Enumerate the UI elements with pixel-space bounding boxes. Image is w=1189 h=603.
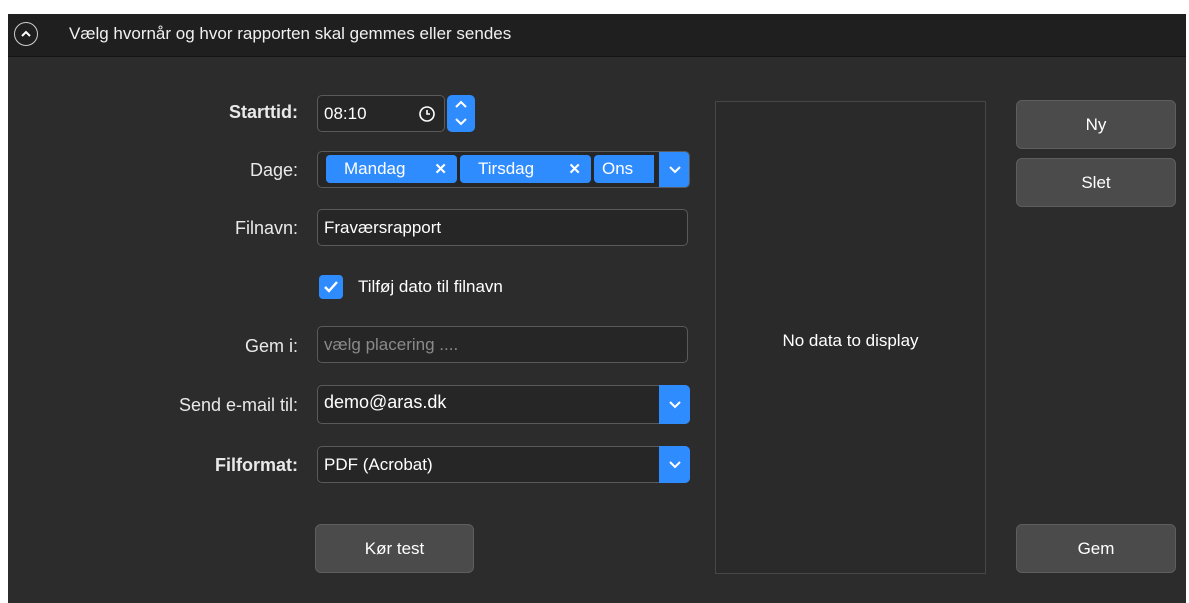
delete-button[interactable]: Slet xyxy=(1016,158,1176,207)
start-time-value: 08:10 xyxy=(324,104,367,123)
file-format-label: Filformat: xyxy=(215,455,298,475)
days-dropdown-button[interactable] xyxy=(659,152,689,187)
panel-header: Vælg hvornår og hvor rapporten skal gemm… xyxy=(8,14,1186,57)
day-tag-label: Tirsdag xyxy=(478,159,535,178)
start-time-field[interactable]: 08:10 xyxy=(317,95,445,132)
chevron-down-icon xyxy=(668,165,681,173)
filename-input[interactable]: Fraværsrapport xyxy=(317,209,688,246)
days-multiselect[interactable]: Mandag ✕ Tirsdag ✕ Ons xyxy=(317,151,690,188)
run-test-button[interactable]: Kør test xyxy=(315,524,474,573)
checkmark-icon xyxy=(324,281,338,293)
remove-tag-icon[interactable]: ✕ xyxy=(434,160,447,178)
filename-label: Filnavn: xyxy=(234,218,298,238)
file-format-select[interactable]: PDF (Acrobat) xyxy=(317,446,690,483)
day-tag: Tirsdag ✕ xyxy=(460,155,591,183)
start-time-label: Starttid: xyxy=(229,102,298,122)
save-location-input[interactable]: vælg placering .... xyxy=(317,326,688,363)
no-data-message: No data to display xyxy=(782,331,919,350)
preview-pane: No data to display xyxy=(715,101,986,574)
save-location-placeholder: vælg placering .... xyxy=(324,335,459,354)
chevron-down-icon xyxy=(668,460,681,468)
day-tag-label: Ons xyxy=(602,159,634,178)
remove-tag-icon[interactable]: ✕ xyxy=(568,160,581,178)
days-label: Dage: xyxy=(249,160,298,180)
file-format-dropdown-button[interactable] xyxy=(659,446,690,483)
filename-value: Fraværsrapport xyxy=(324,218,442,237)
save-button[interactable]: Gem xyxy=(1016,524,1176,573)
file-format-value: PDF (Acrobat) xyxy=(324,455,433,474)
collapse-button[interactable] xyxy=(14,22,38,46)
email-dropdown-button[interactable] xyxy=(659,385,690,424)
new-button[interactable]: Ny xyxy=(1016,100,1176,149)
add-date-checkbox[interactable] xyxy=(319,275,343,299)
email-value: demo@aras.dk xyxy=(324,392,447,412)
send-email-label: Send e-mail til: xyxy=(178,395,298,415)
day-tag: Mandag ✕ xyxy=(326,155,457,183)
save-in-label: Gem i: xyxy=(244,336,298,356)
chevron-down-icon xyxy=(668,400,681,408)
report-schedule-panel: Vælg hvornår og hvor rapporten skal gemm… xyxy=(8,14,1186,603)
email-select[interactable]: demo@aras.dk xyxy=(317,385,690,424)
chevron-up-icon[interactable] xyxy=(454,98,468,110)
day-tag-label: Mandag xyxy=(344,159,406,178)
chevron-down-icon[interactable] xyxy=(454,116,468,128)
panel-title: Vælg hvornår og hvor rapporten skal gemm… xyxy=(69,24,512,43)
clock-icon xyxy=(419,106,435,122)
add-date-label[interactable]: Tilføj dato til filnavn xyxy=(358,277,503,297)
chevron-up-icon xyxy=(21,30,31,37)
time-spinner[interactable] xyxy=(447,95,475,132)
day-tag: Ons xyxy=(594,155,654,183)
